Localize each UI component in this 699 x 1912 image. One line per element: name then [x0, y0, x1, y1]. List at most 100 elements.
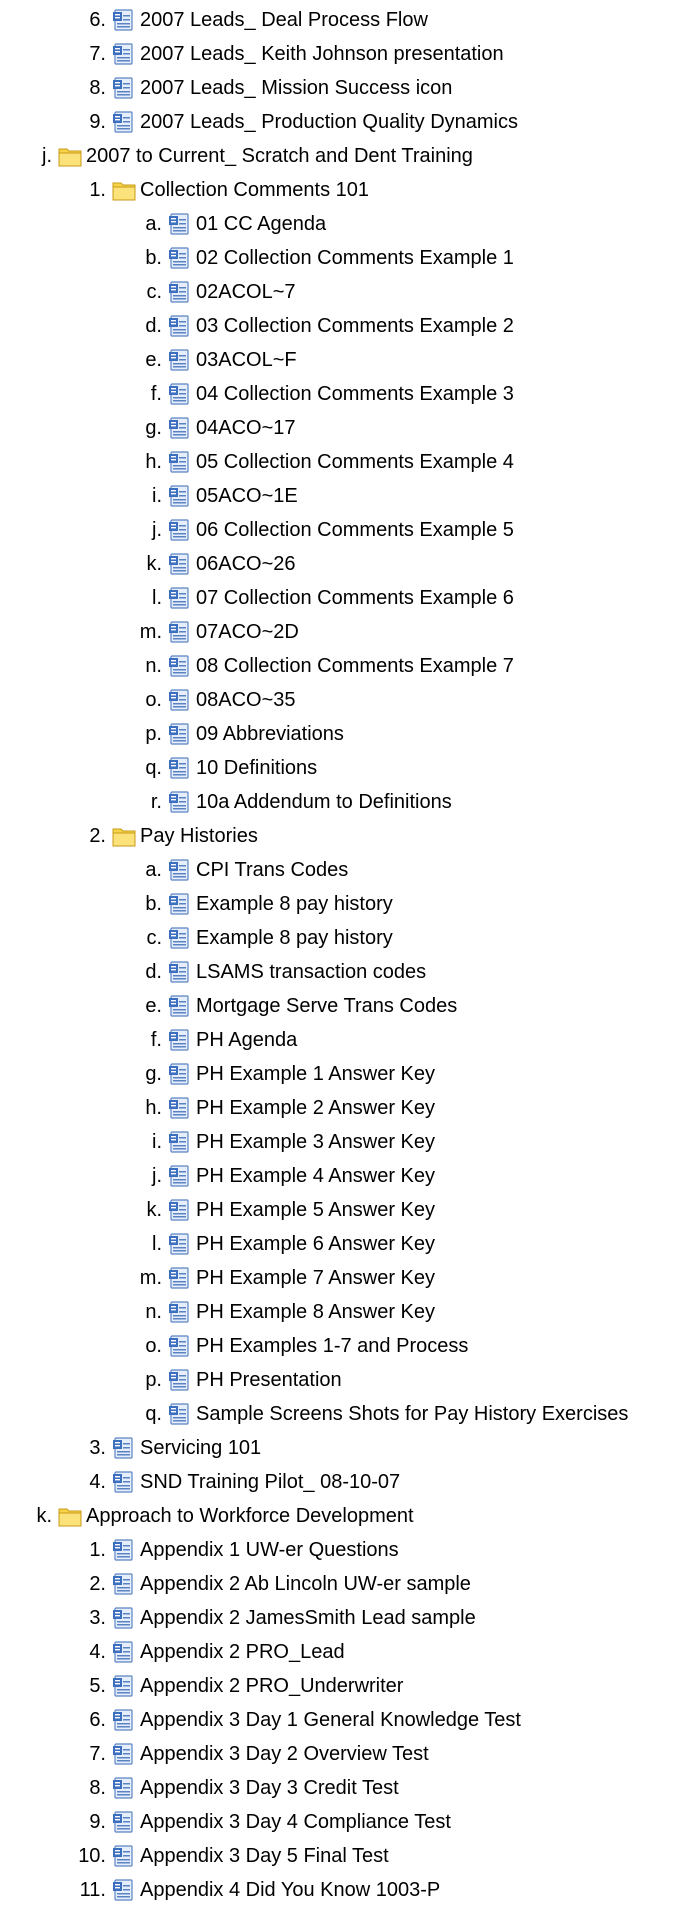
file-item[interactable]: 2. Appendix 2 Ab Lincoln UW-er sample: [68, 1570, 471, 1598]
file-item[interactable]: f. PH Agenda: [124, 1026, 297, 1054]
file-label[interactable]: Appendix 2 Ab Lincoln UW-er sample: [140, 1573, 471, 1596]
file-label[interactable]: Mortgage Serve Trans Codes: [196, 995, 457, 1018]
file-item[interactable]: 7. 2007 Leads_ Keith Johnson presentation: [68, 40, 504, 68]
folder-label[interactable]: Pay Histories: [140, 825, 258, 848]
file-item[interactable]: a. CPI Trans Codes: [124, 856, 348, 884]
file-label[interactable]: Appendix 2 PRO_Lead: [140, 1641, 345, 1664]
file-item[interactable]: 6. Appendix 3 Day 1 General Knowledge Tes…: [68, 1706, 521, 1734]
file-label[interactable]: 05ACO~1E: [196, 485, 298, 508]
file-label[interactable]: PH Presentation: [196, 1369, 342, 1392]
file-item[interactable]: q. 10 Definitions: [124, 754, 317, 782]
folder-label[interactable]: Collection Comments 101: [140, 179, 369, 202]
file-item[interactable]: b. Example 8 pay history: [124, 890, 393, 918]
file-item[interactable]: o. PH Examples 1-7 and Process: [124, 1332, 468, 1360]
file-label[interactable]: Appendix 4 Did You Know 1003-P: [140, 1879, 440, 1902]
file-item[interactable]: 11. Appendix 4 Did You Know 1003-P: [68, 1876, 440, 1904]
file-label[interactable]: 05 Collection Comments Example 4: [196, 451, 514, 474]
file-label[interactable]: Appendix 2 JamesSmith Lead sample: [140, 1607, 476, 1630]
file-label[interactable]: PH Example 5 Answer Key: [196, 1199, 435, 1222]
file-label[interactable]: Appendix 3 Day 4 Compliance Test: [140, 1811, 451, 1834]
file-item[interactable]: 9. Appendix 3 Day 4 Compliance Test: [68, 1808, 451, 1836]
file-label[interactable]: 06ACO~26: [196, 553, 296, 576]
file-item[interactable]: i. 05ACO~1E: [124, 482, 298, 510]
file-item[interactable]: b. 02 Collection Comments Example 1: [124, 244, 514, 272]
file-label[interactable]: PH Example 7 Answer Key: [196, 1267, 435, 1290]
file-item[interactable]: o. 08ACO~35: [124, 686, 296, 714]
file-item[interactable]: r. 10a Addendum to Definitions: [124, 788, 452, 816]
folder-label[interactable]: 2007 to Current_ Scratch and Dent Traini…: [86, 145, 473, 168]
file-item[interactable]: d. 03 Collection Comments Example 2: [124, 312, 514, 340]
file-label[interactable]: 01 CC Agenda: [196, 213, 326, 236]
file-label[interactable]: 09 Abbreviations: [196, 723, 344, 746]
folder-item[interactable]: j. 2007 to Current_ Scratch and Dent Trai…: [14, 142, 473, 170]
file-label[interactable]: Appendix 2 PRO_Underwriter: [140, 1675, 403, 1698]
file-item[interactable]: j. 06 Collection Comments Example 5: [124, 516, 514, 544]
file-label[interactable]: 08ACO~35: [196, 689, 296, 712]
file-label[interactable]: 03 Collection Comments Example 2: [196, 315, 514, 338]
file-label[interactable]: 04ACO~17: [196, 417, 296, 440]
file-item[interactable]: 9. 2007 Leads_ Production Quality Dynamic…: [68, 108, 518, 136]
file-label[interactable]: 2007 Leads_ Production Quality Dynamics: [140, 111, 518, 134]
file-item[interactable]: l. 07 Collection Comments Example 6: [124, 584, 514, 612]
file-item[interactable]: c. Example 8 pay history: [124, 924, 393, 952]
file-label[interactable]: 07 Collection Comments Example 6: [196, 587, 514, 610]
file-label[interactable]: PH Example 2 Answer Key: [196, 1097, 435, 1120]
file-label[interactable]: 06 Collection Comments Example 5: [196, 519, 514, 542]
file-item[interactable]: k. 06ACO~26: [124, 550, 296, 578]
file-item[interactable]: h. PH Example 2 Answer Key: [124, 1094, 435, 1122]
file-item[interactable]: 6. 2007 Leads_ Deal Process Flow: [68, 6, 428, 34]
file-label[interactable]: 08 Collection Comments Example 7: [196, 655, 514, 678]
file-label[interactable]: PH Example 8 Answer Key: [196, 1301, 435, 1324]
file-item[interactable]: g. 04ACO~17: [124, 414, 296, 442]
folder-item[interactable]: 1. Collection Comments 101: [68, 176, 369, 204]
file-label[interactable]: PH Agenda: [196, 1029, 297, 1052]
file-label[interactable]: 10 Definitions: [196, 757, 317, 780]
file-label[interactable]: PH Example 6 Answer Key: [196, 1233, 435, 1256]
file-item[interactable]: 4. SND Training Pilot_ 08-10-07: [68, 1468, 400, 1496]
folder-item[interactable]: k. Approach to Workforce Development: [14, 1502, 414, 1530]
file-label[interactable]: PH Examples 1-7 and Process: [196, 1335, 468, 1358]
file-label[interactable]: Example 8 pay history: [196, 927, 393, 950]
file-label[interactable]: 04 Collection Comments Example 3: [196, 383, 514, 406]
file-item[interactable]: q. Sample Screens Shots for Pay History E…: [124, 1400, 628, 1428]
file-item[interactable]: m. 07ACO~2D: [124, 618, 299, 646]
file-item[interactable]: 7. Appendix 3 Day 2 Overview Test: [68, 1740, 429, 1768]
file-label[interactable]: SND Training Pilot_ 08-10-07: [140, 1471, 400, 1494]
file-item[interactable]: l. PH Example 6 Answer Key: [124, 1230, 435, 1258]
file-label[interactable]: Servicing 101: [140, 1437, 261, 1460]
file-item[interactable]: e. 03ACOL~F: [124, 346, 297, 374]
file-item[interactable]: i. PH Example 3 Answer Key: [124, 1128, 435, 1156]
file-item[interactable]: d. LSAMS transaction codes: [124, 958, 426, 986]
file-label[interactable]: CPI Trans Codes: [196, 859, 348, 882]
file-item[interactable]: f. 04 Collection Comments Example 3: [124, 380, 514, 408]
file-label[interactable]: Appendix 3 Day 3 Credit Test: [140, 1777, 399, 1800]
file-label[interactable]: 10a Addendum to Definitions: [196, 791, 452, 814]
file-item[interactable]: m. PH Example 7 Answer Key: [124, 1264, 435, 1292]
file-item[interactable]: n. 08 Collection Comments Example 7: [124, 652, 514, 680]
file-item[interactable]: e. Mortgage Serve Trans Codes: [124, 992, 457, 1020]
file-label[interactable]: LSAMS transaction codes: [196, 961, 426, 984]
file-label[interactable]: Appendix 3 Day 2 Overview Test: [140, 1743, 429, 1766]
folder-item[interactable]: 2. Pay Histories: [68, 822, 258, 850]
file-item[interactable]: 3. Servicing 101: [68, 1434, 261, 1462]
file-item[interactable]: 8. Appendix 3 Day 3 Credit Test: [68, 1774, 399, 1802]
file-label[interactable]: 2007 Leads_ Mission Success icon: [140, 77, 452, 100]
file-item[interactable]: a. 01 CC Agenda: [124, 210, 326, 238]
file-item[interactable]: h. 05 Collection Comments Example 4: [124, 448, 514, 476]
file-label[interactable]: PH Example 1 Answer Key: [196, 1063, 435, 1086]
file-item[interactable]: n. PH Example 8 Answer Key: [124, 1298, 435, 1326]
file-label[interactable]: 2007 Leads_ Deal Process Flow: [140, 9, 428, 32]
folder-label[interactable]: Approach to Workforce Development: [86, 1505, 414, 1528]
file-item[interactable]: 1. Appendix 1 UW-er Questions: [68, 1536, 399, 1564]
file-item[interactable]: c. 02ACOL~7: [124, 278, 296, 306]
file-item[interactable]: 5. Appendix 2 PRO_Underwriter: [68, 1672, 403, 1700]
file-label[interactable]: 2007 Leads_ Keith Johnson presentation: [140, 43, 504, 66]
file-label[interactable]: PH Example 4 Answer Key: [196, 1165, 435, 1188]
file-item[interactable]: p. PH Presentation: [124, 1366, 342, 1394]
file-label[interactable]: PH Example 3 Answer Key: [196, 1131, 435, 1154]
file-label[interactable]: Sample Screens Shots for Pay History Exe…: [196, 1403, 628, 1426]
file-label[interactable]: 07ACO~2D: [196, 621, 299, 644]
file-label[interactable]: Appendix 1 UW-er Questions: [140, 1539, 399, 1562]
file-label[interactable]: 02 Collection Comments Example 1: [196, 247, 514, 270]
file-item[interactable]: 8. 2007 Leads_ Mission Success icon: [68, 74, 452, 102]
